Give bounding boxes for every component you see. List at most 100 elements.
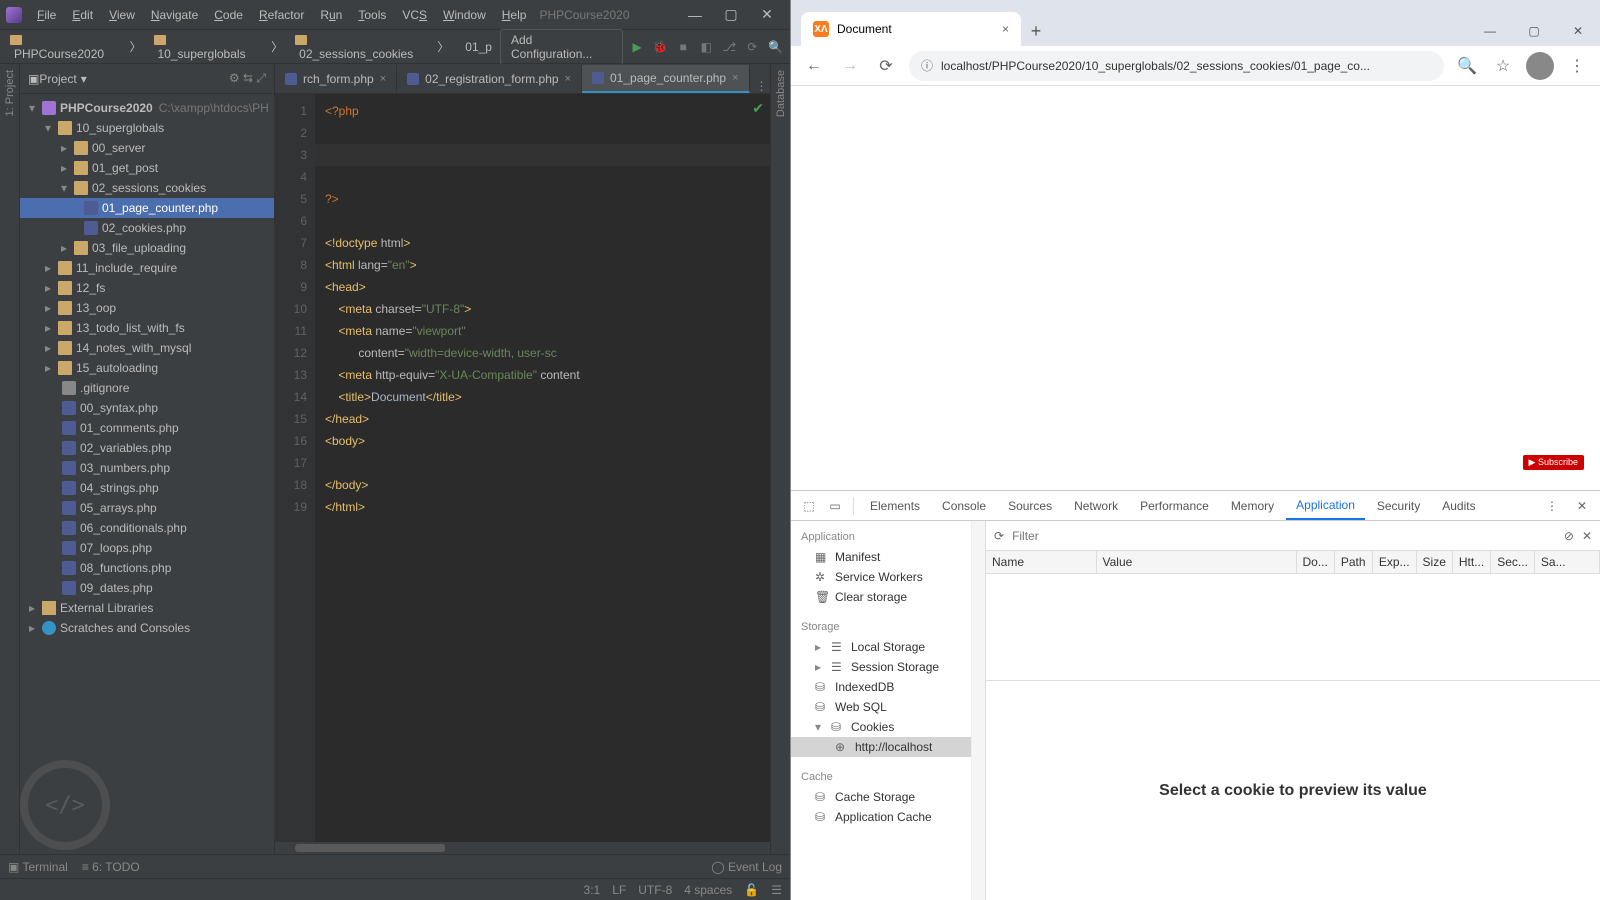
menu-code[interactable]: Code <box>207 5 250 25</box>
cookie-preview: Select a cookie to preview its value <box>986 681 1600 900</box>
close-icon[interactable]: × <box>380 73 386 85</box>
line-gutter: 12345678910111213141516171819 <box>275 94 315 842</box>
update-icon[interactable]: ⟳ <box>744 38 761 56</box>
sidebar-cookies-localhost[interactable]: ⊕http://localhost <box>791 737 985 757</box>
cookies-filter-input[interactable] <box>1012 529 1556 543</box>
forward-icon[interactable]: → <box>837 53 863 79</box>
editor-scrollbar[interactable] <box>275 842 770 854</box>
browser-minimize-icon[interactable]: — <box>1468 16 1512 46</box>
ide-close-icon[interactable]: ✕ <box>750 4 784 26</box>
phpstorm-icon <box>6 7 22 23</box>
dt-tab-performance[interactable]: Performance <box>1130 493 1219 519</box>
sidebar-scrollbar[interactable] <box>971 521 985 900</box>
menu-navigate[interactable]: Navigate <box>144 5 205 25</box>
zoom-icon[interactable]: 🔍 <box>1454 53 1480 79</box>
tab-search-form[interactable]: rch_form.php× <box>275 65 397 93</box>
devtools-sidebar[interactable]: Application ▦Manifest ✲Service Workers 🗑… <box>791 521 986 900</box>
sidebar-local-storage[interactable]: ▸☰Local Storage <box>791 637 985 657</box>
title-project: PHPCourse2020 <box>539 8 629 22</box>
readonly-icon[interactable]: 🔓 <box>744 883 759 897</box>
menu-tools[interactable]: Tools <box>351 5 393 25</box>
search-everywhere-icon[interactable]: 🔍 <box>767 38 784 56</box>
dt-tab-console[interactable]: Console <box>932 493 996 519</box>
sidebar-service-workers[interactable]: ✲Service Workers <box>791 567 985 587</box>
sidebar-application-cache[interactable]: ⛁Application Cache <box>791 807 985 827</box>
menu-icon[interactable]: ⋮ <box>1564 53 1590 79</box>
menu-edit[interactable]: Edit <box>65 5 100 25</box>
mem-icon: ☰ <box>771 883 782 897</box>
ide-maximize-icon[interactable]: ▢ <box>714 4 748 26</box>
address-bar[interactable]: ⓘ localhost/PHPCourse2020/10_superglobal… <box>909 51 1444 81</box>
project-settings-icon[interactable]: ⚙ ⇆ ⤢ <box>229 71 266 86</box>
devtools-main: ⟳ ⊘ ✕ Name Value Do... Path Exp.. <box>986 521 1600 900</box>
menu-window[interactable]: Window <box>436 5 493 25</box>
sidebar-session-storage[interactable]: ▸☰Session Storage <box>791 657 985 677</box>
stop-icon[interactable]: ■ <box>675 38 692 56</box>
bookmark-icon[interactable]: ☆ <box>1490 53 1516 79</box>
profile-avatar[interactable] <box>1526 52 1554 80</box>
terminal-button[interactable]: ▣ Terminal <box>8 860 68 874</box>
dt-tab-sources[interactable]: Sources <box>998 493 1062 519</box>
git-icon[interactable]: ⎇ <box>721 38 738 56</box>
menu-help[interactable]: Help <box>495 5 534 25</box>
menu-file[interactable]: File <box>30 5 63 25</box>
dt-tab-security[interactable]: Security <box>1367 493 1430 519</box>
dt-tab-network[interactable]: Network <box>1064 493 1128 519</box>
tab-page-counter[interactable]: 01_page_counter.php× <box>582 65 750 93</box>
devtools-panel: ⬚ ▭ Elements Console Sources Network Per… <box>791 490 1600 900</box>
sidebar-cookies[interactable]: ▾⛁Cookies <box>791 717 985 737</box>
dt-tab-audits[interactable]: Audits <box>1432 493 1485 519</box>
inspect-element-icon[interactable]: ⬚ <box>797 494 821 518</box>
menu-refactor[interactable]: Refactor <box>252 5 311 25</box>
close-icon[interactable]: × <box>565 73 571 85</box>
add-configuration-button[interactable]: Add Configuration... <box>500 29 623 65</box>
dt-tab-application[interactable]: Application <box>1286 492 1365 520</box>
device-toolbar-icon[interactable]: ▭ <box>823 494 847 518</box>
delete-icon[interactable]: ✕ <box>1582 529 1592 543</box>
close-tab-icon[interactable]: × <box>1002 22 1009 36</box>
cookies-table[interactable]: Name Value Do... Path Exp... Size Htt...… <box>986 551 1600 681</box>
event-log-button[interactable]: ◯ Event Log <box>711 860 782 874</box>
database-tool-button[interactable]: Database <box>775 70 787 117</box>
caret-position[interactable]: 3:1 <box>584 883 601 897</box>
editor-area: rch_form.php× 02_registration_form.php× … <box>275 64 770 854</box>
sidebar-websql[interactable]: ⛁Web SQL <box>791 697 985 717</box>
code-editor[interactable]: 12345678910111213141516171819 <?php ?> <… <box>275 94 770 842</box>
youtube-subscribe-badge[interactable]: ▶ Subscribe <box>1523 455 1584 470</box>
clear-all-icon[interactable]: ⊘ <box>1564 529 1574 543</box>
ide-minimize-icon[interactable]: — <box>678 4 712 26</box>
dt-tab-memory[interactable]: Memory <box>1221 493 1284 519</box>
browser-tab[interactable]: ΧΛ Document × <box>801 12 1021 46</box>
inspection-ok-icon: ✔ <box>752 100 764 117</box>
debug-icon[interactable]: 🐞 <box>652 38 669 56</box>
indent-setting[interactable]: 4 spaces <box>684 883 732 897</box>
dt-tab-elements[interactable]: Elements <box>860 493 930 519</box>
menu-run[interactable]: Run <box>313 5 349 25</box>
menu-vcs[interactable]: VCS <box>395 5 434 25</box>
sidebar-clear-storage[interactable]: 🗑Clear storage <box>791 587 985 607</box>
site-info-icon[interactable]: ⓘ <box>921 57 933 74</box>
breadcrumb[interactable]: PHPCourse2020〉 10_superglobals〉 02_sessi… <box>6 31 500 63</box>
sidebar-cache-storage[interactable]: ⛁Cache Storage <box>791 787 985 807</box>
browser-close-icon[interactable]: ✕ <box>1556 16 1600 46</box>
coverage-icon[interactable]: ◧ <box>698 38 715 56</box>
project-tool-button[interactable]: 1: Project <box>4 70 16 116</box>
tab-registration-form[interactable]: 02_registration_form.php× <box>397 65 582 93</box>
sidebar-manifest[interactable]: ▦Manifest <box>791 547 985 567</box>
browser-maximize-icon[interactable]: ▢ <box>1512 16 1556 46</box>
run-icon[interactable]: ▶ <box>629 38 646 56</box>
code-content[interactable]: <?php ?> <!doctype html> <html lang="en"… <box>315 94 770 842</box>
todo-button[interactable]: ≡ 6: TODO <box>82 860 140 874</box>
line-ending[interactable]: LF <box>612 883 626 897</box>
dt-close-icon[interactable]: ✕ <box>1570 494 1594 518</box>
reload-icon[interactable]: ⟳ <box>873 53 899 79</box>
new-tab-button[interactable]: + <box>1021 16 1051 46</box>
close-icon[interactable]: × <box>732 72 738 84</box>
refresh-icon[interactable]: ⟳ <box>994 529 1004 543</box>
back-icon[interactable]: ← <box>801 53 827 79</box>
dt-settings-icon[interactable]: ⋮ <box>1540 494 1564 518</box>
sidebar-indexeddb[interactable]: ⛁IndexedDB <box>791 677 985 697</box>
project-tree[interactable]: ▾PHPCourse2020C:\xampp\htdocs\PH ▾10_sup… <box>20 94 274 854</box>
menu-view[interactable]: View <box>102 5 142 25</box>
file-encoding[interactable]: UTF-8 <box>638 883 672 897</box>
